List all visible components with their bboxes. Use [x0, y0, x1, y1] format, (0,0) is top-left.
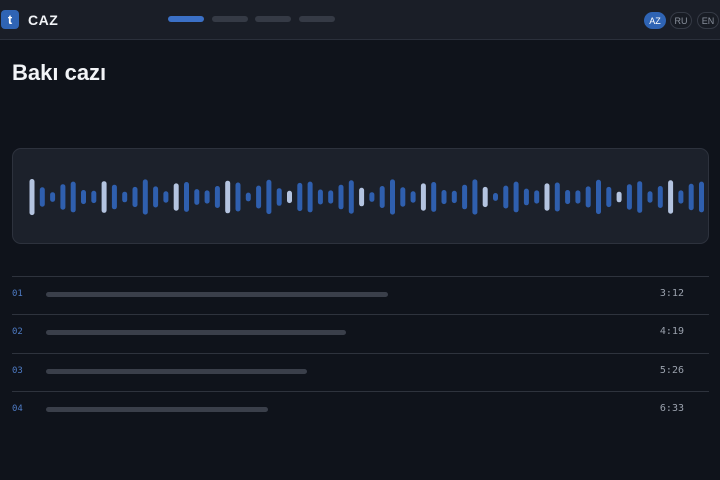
waveform-bar[interactable] — [359, 187, 365, 207]
waveform-bar[interactable] — [276, 188, 282, 206]
waveform-bar[interactable] — [420, 183, 426, 211]
track-duration: 5:26 — [659, 365, 684, 376]
track-row[interactable]: 04 6:33 — [12, 391, 709, 429]
waveform-bar[interactable] — [410, 191, 416, 203]
waveform-bar[interactable] — [462, 184, 468, 210]
waveform-bar[interactable] — [184, 182, 189, 212]
waveform-bar[interactable] — [544, 183, 550, 211]
waveform-bar[interactable] — [101, 181, 107, 213]
track-number: 02 — [12, 327, 23, 337]
page-tab-1[interactable] — [168, 16, 204, 22]
app-header: t CAZ AZ RU EN — [0, 0, 720, 40]
waveform-bar[interactable] — [39, 187, 45, 207]
waveform-bar[interactable] — [431, 182, 437, 212]
language-button-az[interactable]: AZ — [644, 12, 666, 29]
waveform-bar[interactable] — [29, 179, 35, 216]
track-number: 04 — [12, 404, 23, 414]
waveform-bar[interactable] — [369, 192, 375, 202]
waveform-bar[interactable] — [194, 189, 200, 205]
waveform-bar[interactable] — [534, 190, 540, 204]
waveform-bar[interactable] — [348, 180, 354, 214]
waveform-bar[interactable] — [317, 189, 323, 205]
waveform-bar[interactable] — [493, 193, 498, 201]
waveform-bar[interactable] — [390, 179, 395, 215]
app-logo-icon[interactable]: t — [1, 10, 19, 29]
waveform-bar[interactable] — [50, 192, 56, 202]
waveform-bar[interactable] — [266, 179, 272, 215]
waveform-bar[interactable] — [297, 182, 303, 212]
waveform-bar[interactable] — [441, 190, 447, 205]
waveform-bar[interactable] — [111, 184, 117, 210]
waveform[interactable] — [13, 149, 710, 245]
waveform-bar[interactable] — [626, 184, 632, 210]
track-title-placeholder — [46, 369, 307, 374]
page-tab-2[interactable] — [212, 16, 248, 22]
waveform-bar[interactable] — [523, 188, 529, 206]
waveform-bar[interactable] — [472, 179, 478, 215]
track-duration: 6:33 — [659, 403, 684, 414]
waveform-bar[interactable] — [699, 181, 704, 213]
waveform-bar[interactable] — [81, 190, 86, 205]
waveform-bar[interactable] — [575, 190, 581, 204]
waveform-bar[interactable] — [153, 186, 159, 208]
waveform-bar[interactable] — [596, 179, 601, 215]
waveform-bar[interactable] — [225, 180, 231, 214]
waveform-bar[interactable] — [554, 182, 560, 212]
page-tab-4[interactable] — [299, 16, 335, 22]
track-number: 03 — [12, 366, 23, 376]
waveform-bar[interactable] — [482, 186, 488, 208]
waveform-bar[interactable] — [287, 190, 292, 204]
waveform-bar[interactable] — [214, 186, 220, 208]
waveform-bar[interactable] — [307, 181, 313, 213]
waveform-bar[interactable] — [338, 184, 344, 210]
waveform-bar[interactable] — [235, 182, 241, 212]
waveform-bar[interactable] — [328, 190, 334, 204]
page-tab-3[interactable] — [255, 16, 291, 22]
waveform-bar[interactable] — [637, 181, 643, 213]
waveform-bar[interactable] — [91, 190, 97, 204]
waveform-bar[interactable] — [256, 185, 262, 209]
track-title-placeholder — [46, 407, 268, 412]
waveform-bar[interactable] — [565, 190, 571, 205]
track-duration: 4:19 — [659, 326, 684, 337]
waveform-bar[interactable] — [616, 191, 622, 203]
waveform-bar[interactable] — [132, 186, 138, 208]
track-duration: 3:12 — [659, 288, 684, 299]
track-row[interactable]: 02 4:19 — [12, 314, 709, 352]
waveform-bar[interactable] — [451, 190, 457, 204]
waveform-bar[interactable] — [204, 190, 210, 204]
language-button-en[interactable]: EN — [697, 12, 719, 29]
waveform-bar[interactable] — [688, 183, 694, 211]
waveform-bar[interactable] — [668, 180, 674, 214]
waveform-bar[interactable] — [513, 181, 519, 213]
page-title: Bakı cazı — [12, 60, 107, 85]
waveform-bar[interactable] — [70, 181, 76, 213]
waveform-bar[interactable] — [585, 186, 591, 208]
track-row[interactable]: 03 5:26 — [12, 353, 709, 391]
waveform-bar[interactable] — [657, 186, 663, 208]
waveform-bar[interactable] — [606, 186, 612, 208]
waveform-bar[interactable] — [400, 187, 406, 207]
waveform-bar[interactable] — [503, 185, 509, 209]
track-title-placeholder — [46, 292, 388, 297]
waveform-bar[interactable] — [122, 191, 128, 203]
waveform-bar[interactable] — [245, 192, 251, 202]
waveform-bar[interactable] — [173, 183, 179, 211]
language-button-ru[interactable]: RU — [670, 12, 692, 29]
track-title-placeholder — [46, 330, 346, 335]
waveform-bar[interactable] — [60, 184, 66, 210]
track-row[interactable]: 01 3:12 — [12, 276, 709, 314]
waveform-bar[interactable] — [142, 179, 148, 215]
waveform-bar[interactable] — [163, 191, 169, 203]
waveform-bar[interactable] — [647, 191, 653, 203]
waveform-bar[interactable] — [379, 186, 385, 208]
waveform-card[interactable] — [12, 148, 709, 244]
waveform-bar[interactable] — [678, 190, 684, 204]
track-number: 01 — [12, 289, 23, 299]
app-name: CAZ — [28, 12, 59, 28]
